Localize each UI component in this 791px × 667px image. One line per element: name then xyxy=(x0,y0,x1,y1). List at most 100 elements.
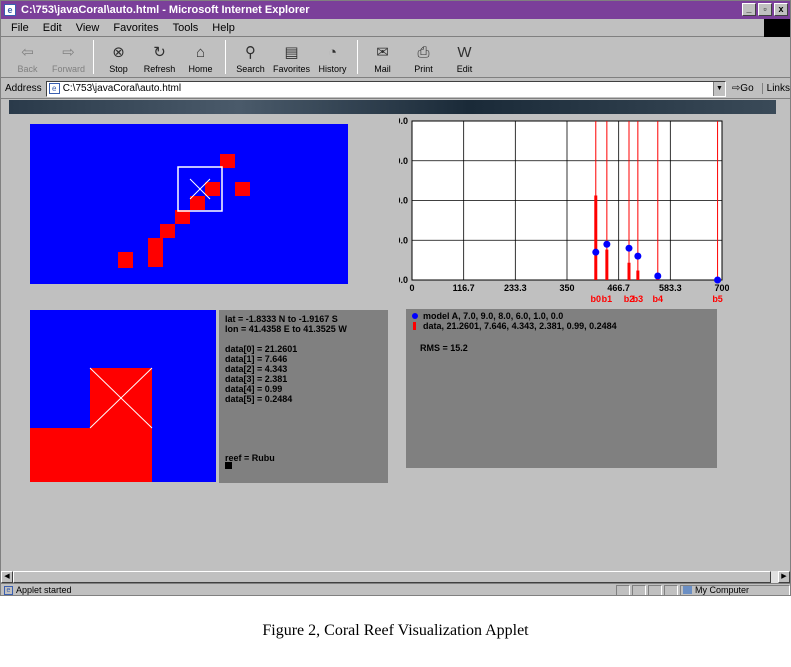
menu-edit[interactable]: Edit xyxy=(43,22,62,34)
standard-toolbar: ⇦ Back ⇨ Forward ⊗ Stop ↻ Refresh ⌂ Home ⚲ Search ▤ F… xyxy=(1,38,790,78)
status-bar: e Applet started My Computer xyxy=(1,583,790,595)
minimize-button[interactable]: _ xyxy=(742,3,756,16)
data-legend-text: data, 21.2601, 7.646, 4.343, 2.381, 0.99… xyxy=(423,321,617,331)
data-legend-marker xyxy=(413,322,416,330)
address-label: Address xyxy=(5,83,42,94)
menu-favorites[interactable]: Favorites xyxy=(113,22,158,34)
menu-view[interactable]: View xyxy=(76,22,100,34)
x-tick-label: 583.3 xyxy=(659,283,682,293)
reef-cell xyxy=(190,196,205,210)
back-label: Back xyxy=(17,64,38,74)
x-tick-label: 116.7 xyxy=(453,283,475,293)
reef-name: reef = Rubu xyxy=(225,453,275,463)
home-label: Home xyxy=(188,64,213,74)
address-url: C:\753\javaCoral\auto.html xyxy=(62,83,182,94)
model-point xyxy=(634,252,642,260)
window-title: C:\753\javaCoral\auto.html - Microsoft I… xyxy=(21,4,310,16)
scroll-track[interactable] xyxy=(13,571,778,583)
close-button[interactable]: x xyxy=(774,3,788,16)
data-value: data[4] = 0.99 xyxy=(225,384,283,394)
history-icon: ◔ xyxy=(327,44,338,61)
forward-label: Forward xyxy=(51,64,85,74)
data-value: data[3] = 2.381 xyxy=(225,374,288,384)
stop-label: Stop xyxy=(109,64,128,74)
lon-range: lon = 41.4358 E to 41.3525 W xyxy=(225,324,347,334)
data-bar xyxy=(605,249,609,280)
zone-text: My Computer xyxy=(695,585,750,595)
zoom-map[interactable] xyxy=(30,310,216,482)
home-button[interactable]: ⌂ Home xyxy=(180,38,221,76)
data-value: data[2] = 4.343 xyxy=(225,364,288,374)
y-tick-label: 0.0 xyxy=(399,275,408,285)
security-zone: My Computer xyxy=(680,584,790,595)
scroll-left-icon[interactable]: ◀ xyxy=(1,571,13,583)
lat-range: lat = -1.8333 N to -1.9167 S xyxy=(225,314,338,324)
page-status-icon: e xyxy=(4,585,13,595)
print-button[interactable]: ⎙ Print xyxy=(403,38,444,76)
stop-icon: ⊗ xyxy=(112,44,125,61)
title-bar[interactable]: e C:\753\javaCoral\auto.html - Microsoft… xyxy=(1,1,790,19)
cell-info-panel: lat = -1.8333 N to -1.9167 S lon = 41.43… xyxy=(219,310,388,483)
edit-button[interactable]: W Edit xyxy=(444,38,485,76)
reef-cell xyxy=(148,252,163,267)
forward-button[interactable]: ⇨ Forward xyxy=(48,38,89,76)
y-tick-label: 40.0 xyxy=(399,116,408,126)
page-icon: e xyxy=(48,83,60,94)
data-bar xyxy=(627,262,631,280)
spectrum-chart: b0b1b2b3b4b50.010.020.030.040.00116.7233… xyxy=(399,116,729,304)
mail-button[interactable]: ✉ Mail xyxy=(362,38,403,76)
print-icon: ⎙ xyxy=(417,44,430,61)
address-bar: Address e C:\753\javaCoral\auto.html ▼ ⇨… xyxy=(1,79,790,99)
status-cell xyxy=(632,584,646,595)
menu-file[interactable]: File xyxy=(11,22,29,34)
forward-arrow-icon: ⇨ xyxy=(62,44,75,61)
reef-cell xyxy=(118,252,133,267)
links-button[interactable]: Links xyxy=(761,83,790,94)
favorites-label: Favorites xyxy=(272,64,310,74)
x-tick-label: 0 xyxy=(409,283,414,293)
water-area xyxy=(30,124,348,284)
menu-tools[interactable]: Tools xyxy=(173,22,199,34)
address-input[interactable]: e C:\753\javaCoral\auto.html ▼ xyxy=(45,80,726,97)
band-label: b1 xyxy=(602,294,613,304)
ie-icon: e xyxy=(4,4,16,16)
go-button[interactable]: ⇨Go xyxy=(732,83,754,94)
back-button[interactable]: ⇦ Back xyxy=(7,38,48,76)
coral-applet[interactable]: lat = -1.8333 N to -1.9167 S lon = 41.43… xyxy=(9,114,776,571)
x-tick-label: 466.7 xyxy=(607,283,630,293)
x-tick-label: 700 xyxy=(714,283,729,293)
throbber-icon xyxy=(764,19,790,37)
reef-cell xyxy=(30,428,152,482)
address-dropdown-icon[interactable]: ▼ xyxy=(712,81,725,96)
y-tick-label: 30.0 xyxy=(399,156,408,166)
stop-button[interactable]: ⊗ Stop xyxy=(98,38,139,76)
status-cell xyxy=(648,584,662,595)
history-button[interactable]: ◔ History xyxy=(312,38,353,76)
horizontal-scrollbar[interactable]: ◀ ▶ xyxy=(1,571,790,583)
computer-icon xyxy=(683,586,692,594)
overview-map[interactable] xyxy=(30,124,348,284)
search-label: Search xyxy=(236,64,265,74)
band-label: b5 xyxy=(712,294,723,304)
browser-window: e C:\753\javaCoral\auto.html - Microsoft… xyxy=(0,0,791,596)
back-arrow-icon: ⇦ xyxy=(21,44,34,61)
scroll-thumb[interactable] xyxy=(13,571,771,583)
menu-help[interactable]: Help xyxy=(212,22,235,34)
chart-legend: model A, 7.0, 9.0, 8.0, 6.0, 1.0, 0.0 da… xyxy=(406,309,717,468)
scroll-right-icon[interactable]: ▶ xyxy=(778,571,790,583)
search-button[interactable]: ⚲ Search xyxy=(230,38,271,76)
reef-cell xyxy=(220,154,235,168)
favorites-button[interactable]: ▤ Favorites xyxy=(271,38,312,76)
band-label: b3 xyxy=(633,294,644,304)
edit-icon: W xyxy=(457,44,472,61)
data-value: data[0] = 21.2601 xyxy=(225,344,298,354)
model-legend-marker xyxy=(412,313,418,319)
refresh-icon: ↻ xyxy=(153,44,166,61)
toolbar-separator xyxy=(357,40,358,74)
model-legend-text: model A, 7.0, 9.0, 8.0, 6.0, 1.0, 0.0 xyxy=(423,311,564,321)
mail-label: Mail xyxy=(374,64,391,74)
maximize-button[interactable]: ▫ xyxy=(758,3,772,16)
window-controls: _ ▫ x xyxy=(742,3,788,16)
history-label: History xyxy=(318,64,347,74)
refresh-button[interactable]: ↻ Refresh xyxy=(139,38,180,76)
